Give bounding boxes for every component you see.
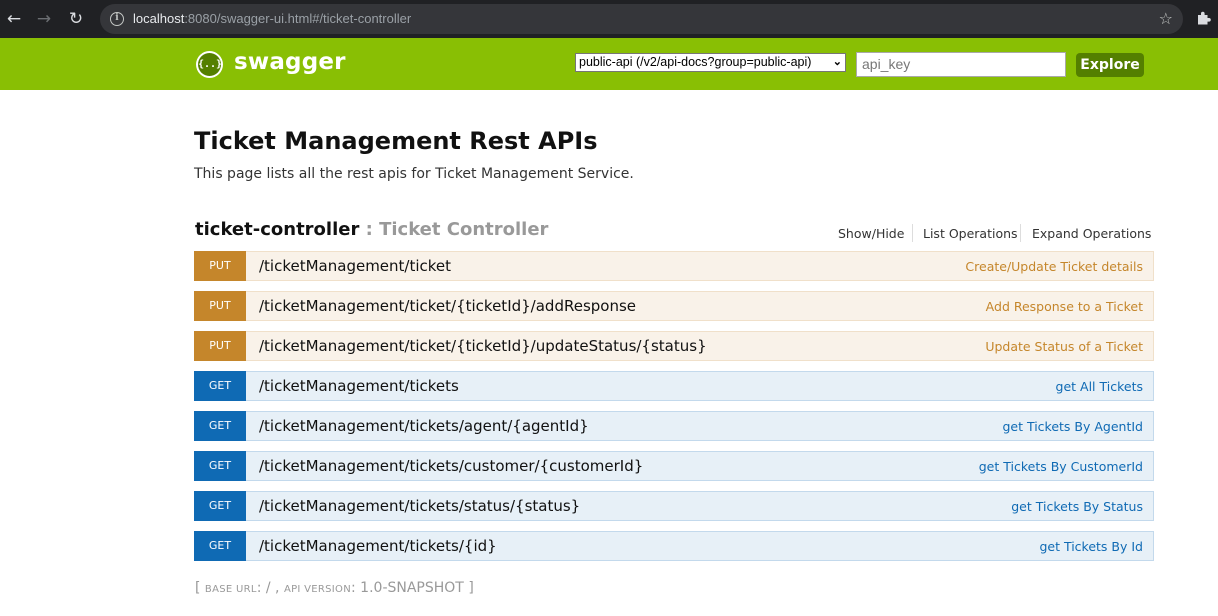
list-operations-link[interactable]: List Operations xyxy=(923,226,1018,241)
method-badge[interactable]: GET xyxy=(194,451,246,481)
operation-row[interactable]: GET /ticketManagement/tickets/status/{st… xyxy=(194,491,1154,521)
logo-glyph: {..} xyxy=(198,53,222,76)
operation-row[interactable]: PUT /ticketManagement/ticket/{ticketId}/… xyxy=(194,331,1154,361)
operation-summary[interactable]: get Tickets By Id xyxy=(1039,539,1143,554)
api-version-value: : 1.0-SNAPSHOT ] xyxy=(351,580,474,596)
api-group-select-value: public-api (/v2/api-docs?group=public-ap… xyxy=(579,55,812,69)
bookmark-star-icon[interactable]: ☆ xyxy=(1159,9,1173,28)
method-badge[interactable]: PUT xyxy=(194,331,246,361)
page-title: Ticket Management Rest APIs xyxy=(194,127,598,155)
url-text[interactable]: localhost:8080/swagger-ui.html#/ticket-c… xyxy=(133,11,411,26)
url-path: :8080/swagger-ui.html#/ticket-controller xyxy=(184,11,412,26)
operation-row[interactable]: PUT /ticketManagement/ticket/{ticketId}/… xyxy=(194,291,1154,321)
controller-description: Ticket Controller xyxy=(379,219,549,240)
operation-summary[interactable]: get Tickets By AgentId xyxy=(1002,419,1143,434)
operation-path[interactable]: /ticketManagement/tickets/{id} xyxy=(259,537,497,555)
operation-path[interactable]: /ticketManagement/tickets/customer/{cust… xyxy=(259,457,643,475)
operation-summary[interactable]: get Tickets By Status xyxy=(1011,499,1143,514)
chevron-down-icon: ⌄ xyxy=(832,56,842,68)
operation-row[interactable]: PUT /ticketManagement/ticket Create/Upda… xyxy=(194,251,1154,281)
operation-path[interactable]: /ticketManagement/tickets/agent/{agentId… xyxy=(259,417,589,435)
url-host: localhost xyxy=(133,11,185,26)
swagger-logo-text[interactable]: swagger xyxy=(234,49,346,75)
operation-row[interactable]: GET /ticketManagement/tickets/customer/{… xyxy=(194,451,1154,481)
method-badge[interactable]: GET xyxy=(194,411,246,441)
controller-separator: : xyxy=(359,219,380,240)
address-bar[interactable]: i localhost:8080/swagger-ui.html#/ticket… xyxy=(100,4,1183,34)
method-badge[interactable]: PUT xyxy=(194,251,246,281)
method-badge[interactable]: GET xyxy=(194,531,246,561)
api-info-footer: [ BASE URL: / , API VERSION: 1.0-SNAPSHO… xyxy=(195,580,474,596)
page-description: This page lists all the rest apis for Ti… xyxy=(194,166,634,182)
operation-row[interactable]: GET /ticketManagement/tickets/agent/{age… xyxy=(194,411,1154,441)
operation-summary[interactable]: get Tickets By CustomerId xyxy=(979,459,1143,474)
link-divider xyxy=(912,224,913,242)
operation-summary[interactable]: Create/Update Ticket details xyxy=(965,259,1143,274)
operation-summary[interactable]: Add Response to a Ticket xyxy=(986,299,1143,314)
operation-summary[interactable]: Update Status of a Ticket xyxy=(985,339,1143,354)
api-version-label: API VERSION xyxy=(283,584,352,595)
api-key-input[interactable]: api_key xyxy=(856,52,1066,77)
operation-summary[interactable]: get All Tickets xyxy=(1056,379,1143,394)
method-badge[interactable]: GET xyxy=(194,371,246,401)
swagger-logo-icon[interactable]: {..} xyxy=(196,51,223,78)
link-divider xyxy=(1020,224,1021,242)
operation-row[interactable]: GET /ticketManagement/tickets/{id} get T… xyxy=(194,531,1154,561)
operation-path[interactable]: /ticketManagement/ticket xyxy=(259,257,451,275)
operation-path[interactable]: /ticketManagement/ticket/{ticketId}/addR… xyxy=(259,297,636,315)
forward-arrow-icon[interactable]: → xyxy=(34,9,54,29)
base-url-label: BASE URL xyxy=(204,584,257,595)
base-url-value: : / , xyxy=(256,580,284,596)
expand-operations-link[interactable]: Expand Operations xyxy=(1032,226,1151,241)
swagger-header: {..} swagger public-api (/v2/api-docs?gr… xyxy=(0,38,1218,90)
footer-open-bracket: [ xyxy=(195,580,205,596)
controller-heading[interactable]: ticket-controller : Ticket Controller xyxy=(195,219,548,240)
extensions-puzzle-icon[interactable] xyxy=(1195,9,1213,27)
operation-path[interactable]: /ticketManagement/tickets/status/{status… xyxy=(259,497,580,515)
controller-name[interactable]: ticket-controller xyxy=(195,219,359,240)
reload-icon[interactable]: ↻ xyxy=(66,9,86,29)
explore-button[interactable]: Explore xyxy=(1076,53,1144,77)
operation-path[interactable]: /ticketManagement/ticket/{ticketId}/upda… xyxy=(259,337,707,355)
info-icon[interactable]: i xyxy=(110,12,124,26)
show-hide-link[interactable]: Show/Hide xyxy=(838,226,904,241)
operation-row[interactable]: GET /ticketManagement/tickets get All Ti… xyxy=(194,371,1154,401)
method-badge[interactable]: PUT xyxy=(194,291,246,321)
method-badge[interactable]: GET xyxy=(194,491,246,521)
api-group-select[interactable]: public-api (/v2/api-docs?group=public-ap… xyxy=(575,53,846,72)
browser-toolbar: ← → ↻ i localhost:8080/swagger-ui.html#/… xyxy=(0,0,1218,38)
operation-path[interactable]: /ticketManagement/tickets xyxy=(259,377,459,395)
back-arrow-icon[interactable]: ← xyxy=(4,9,24,29)
